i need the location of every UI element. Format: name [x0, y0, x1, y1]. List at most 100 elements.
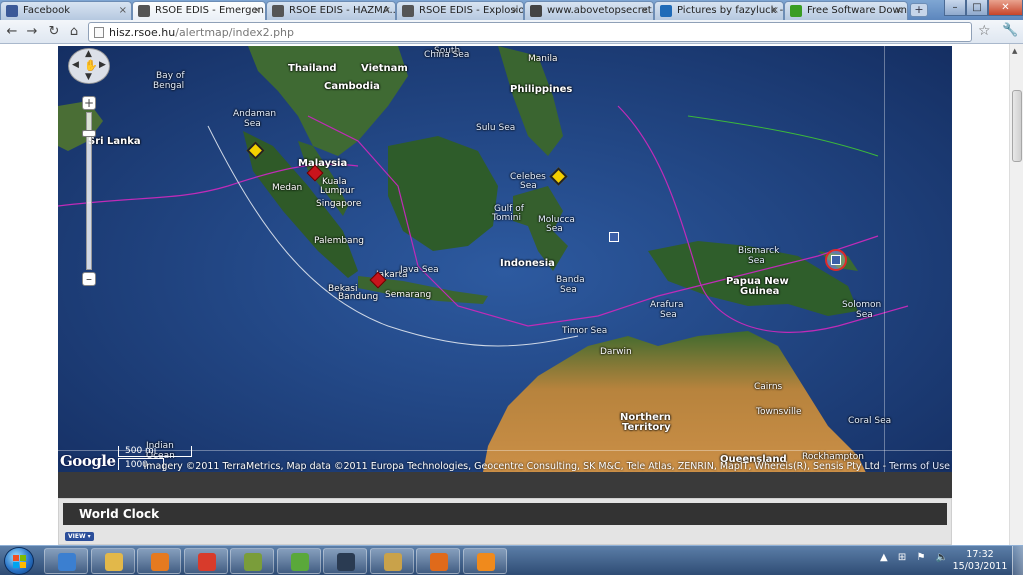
- tab-title: RSOE EDIS - HAZMA...: [289, 5, 396, 16]
- pan-left-icon[interactable]: ◀: [72, 60, 79, 70]
- tab-close-icon[interactable]: ×: [771, 5, 779, 16]
- tab-close-icon[interactable]: ×: [641, 5, 649, 16]
- tab-close-icon[interactable]: ×: [895, 5, 903, 16]
- alert-marker-square[interactable]: [609, 232, 619, 242]
- page-icon: [94, 27, 104, 38]
- map-label: Sea: [244, 119, 261, 129]
- url-path: /alertmap/index2.php: [175, 26, 295, 39]
- map-label: Singapore: [316, 199, 362, 209]
- tab-title: Free Software Downl...: [807, 5, 907, 16]
- tab-close-icon[interactable]: ×: [253, 5, 261, 16]
- map-label: Lumpur: [320, 186, 355, 196]
- map-label: Medan: [272, 183, 303, 193]
- ie-icon: [58, 553, 76, 571]
- view-button[interactable]: VIEW ▾: [65, 532, 94, 541]
- map-imagery: [58, 46, 952, 498]
- zoom-control[interactable]: + –: [82, 96, 96, 286]
- tray-expand-icon[interactable]: ▲: [880, 552, 888, 563]
- paint-icon: [383, 553, 402, 571]
- minimize-button[interactable]: –: [944, 0, 966, 16]
- vertical-scrollbar[interactable]: ▲: [1009, 44, 1023, 545]
- taskbar-app-button[interactable]: [462, 548, 507, 574]
- tab-5[interactable]: www.abovetopsecret... ×: [524, 1, 654, 20]
- taskbar-app-button[interactable]: [323, 548, 367, 574]
- pan-down-icon[interactable]: ▼: [85, 72, 92, 82]
- map-label: Darwin: [600, 347, 632, 357]
- map-label: Vietnam: [361, 63, 408, 74]
- tab-6[interactable]: Pictures by fazyluck -... ×: [654, 1, 784, 20]
- tab-3[interactable]: RSOE EDIS - HAZMA... ×: [266, 1, 396, 20]
- taskbar-app-button[interactable]: [44, 548, 88, 574]
- steam-icon: [337, 553, 355, 571]
- taskbar-app-button[interactable]: [416, 548, 460, 574]
- tab-title: RSOE EDIS - Emergen...: [155, 5, 266, 16]
- clock[interactable]: 17:32 15/03/2011: [950, 549, 1010, 573]
- map-label: Bay of: [156, 71, 185, 81]
- close-window-button[interactable]: ✕: [988, 0, 1023, 16]
- zoom-out-button[interactable]: –: [82, 272, 96, 286]
- map-label: Sea: [560, 285, 577, 295]
- google-logo[interactable]: Google: [60, 452, 116, 470]
- tab-close-icon[interactable]: ×: [119, 5, 127, 16]
- url-host: hisz.rsoe.hu: [109, 26, 176, 39]
- zoom-handle[interactable]: [82, 130, 96, 137]
- ats-icon: [530, 5, 542, 17]
- windows-logo-icon: [13, 555, 27, 569]
- back-button[interactable]: ←: [4, 24, 20, 40]
- network-icon[interactable]: ⊞: [898, 552, 906, 563]
- hand-icon[interactable]: ✋: [84, 59, 98, 72]
- terms-link[interactable]: Terms of Use: [889, 461, 950, 472]
- map-label: Tomini: [492, 213, 521, 223]
- map-label: Solomon: [842, 300, 882, 310]
- tab-1[interactable]: Facebook ×: [0, 1, 132, 20]
- scrollbar-thumb[interactable]: [1012, 90, 1022, 162]
- scroll-up-icon[interactable]: ▲: [1012, 47, 1017, 55]
- wrench-menu-icon[interactable]: 🔧: [1002, 23, 1018, 38]
- widget-title: World Clock: [63, 503, 947, 525]
- tab-title: Facebook: [23, 5, 70, 16]
- world-clock-widget: World Clock VIEW ▾: [58, 498, 952, 545]
- map-footer-bar: [58, 472, 952, 498]
- tab-2[interactable]: RSOE EDIS - Emergen... ×: [132, 1, 266, 21]
- tab-7[interactable]: Free Software Downl...×: [784, 1, 908, 20]
- new-tab-button[interactable]: +: [910, 3, 928, 17]
- map-label: Indonesia: [500, 258, 555, 269]
- address-bar[interactable]: hisz.rsoe.hu/alertmap/index2.php: [88, 22, 972, 42]
- taskbar-app-button[interactable]: [137, 548, 181, 574]
- map-label: Bandung: [338, 292, 379, 302]
- map-label: Semarang: [385, 290, 432, 300]
- clock-time: 17:32: [966, 549, 994, 560]
- alert-marker-square[interactable]: [831, 255, 841, 265]
- home-button[interactable]: ⌂: [66, 24, 82, 40]
- map-label: Townsville: [756, 407, 802, 417]
- tab-4[interactable]: RSOE EDIS - Explosio... ×: [396, 1, 524, 20]
- map-label: Java Sea: [400, 265, 439, 275]
- taskbar-app-button[interactable]: [276, 548, 321, 574]
- bookmark-star-icon[interactable]: ☆: [978, 23, 991, 39]
- pan-up-icon[interactable]: ▲: [85, 49, 92, 59]
- map-label: Timor Sea: [562, 326, 608, 336]
- reload-button[interactable]: ↻: [46, 24, 62, 40]
- alert-map[interactable]: Thailand Vietnam Cambodia Bay of Bengal …: [58, 46, 952, 498]
- map-attribution: Imagery ©2011 TerraMetrics, Map data ©20…: [143, 461, 951, 472]
- pan-right-icon[interactable]: ▶: [99, 60, 106, 70]
- forward-button[interactable]: →: [24, 24, 40, 40]
- map-label: Sea: [748, 256, 765, 266]
- volume-icon[interactable]: 🔈: [936, 552, 948, 563]
- start-button[interactable]: [4, 547, 34, 575]
- pan-control[interactable]: ◀ ▶ ▲ ▼ ✋: [68, 48, 110, 84]
- taskbar-app-button[interactable]: [183, 548, 228, 574]
- maximize-button[interactable]: □: [966, 0, 988, 16]
- tab-title: RSOE EDIS - Explosio...: [419, 5, 524, 16]
- action-center-icon[interactable]: ⚑: [916, 552, 925, 563]
- map-label: Bismarck: [738, 246, 780, 256]
- tab-close-icon[interactable]: ×: [511, 5, 519, 16]
- tab-close-icon[interactable]: ×: [383, 5, 391, 16]
- taskbar-app-button[interactable]: [90, 548, 135, 574]
- taskbar-app-button[interactable]: [230, 548, 274, 574]
- zoom-in-button[interactable]: +: [82, 96, 96, 110]
- taskbar-app-button[interactable]: [369, 548, 414, 574]
- globe-icon: [138, 5, 150, 17]
- show-desktop-button[interactable]: [1012, 546, 1023, 575]
- map-label: Coral Sea: [848, 416, 892, 426]
